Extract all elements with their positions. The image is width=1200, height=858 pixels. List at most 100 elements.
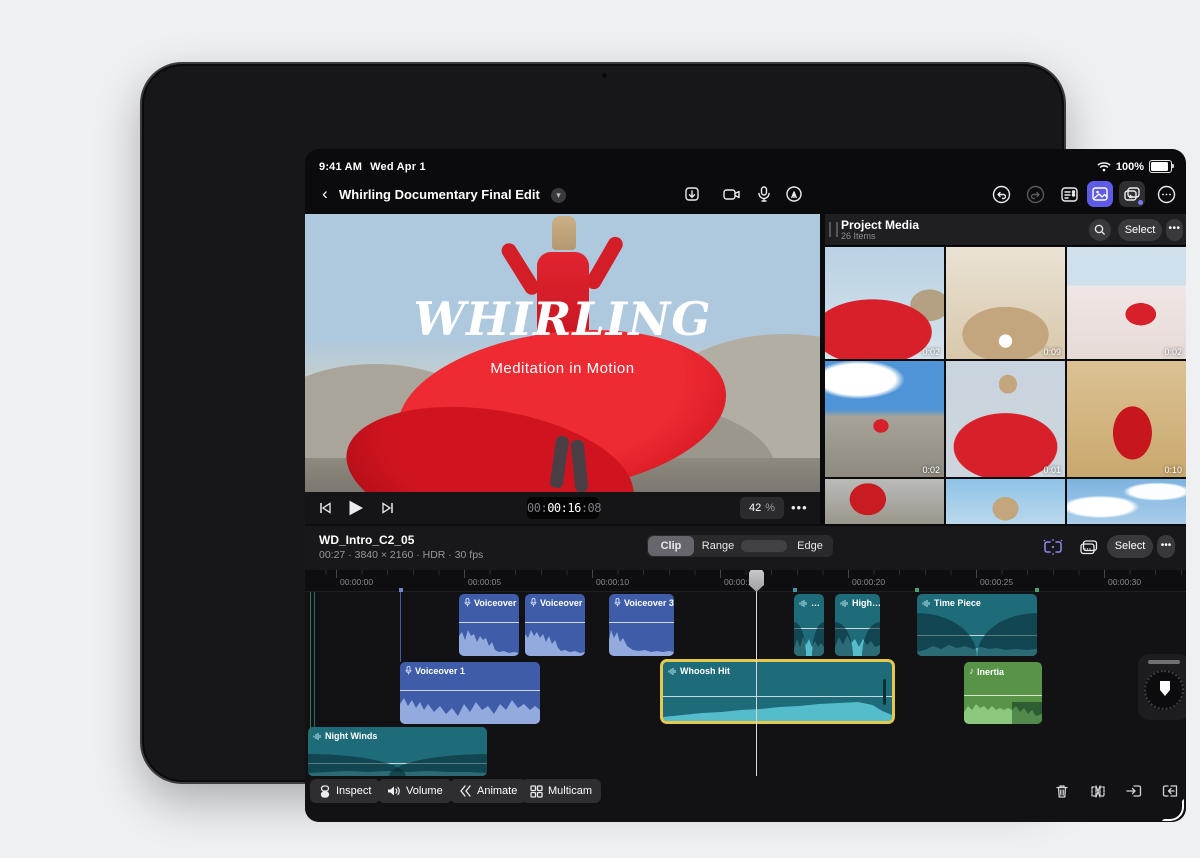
more-options-button[interactable]: [1153, 181, 1179, 207]
timeline-clip-metadata: 00:27 · 3840 × 2160 · HDR · 30 fps: [319, 549, 483, 561]
clip-stack-button[interactable]: [1077, 535, 1101, 559]
ruler-label: 00:00:30: [1108, 577, 1141, 587]
timeline-select-button[interactable]: Select: [1107, 535, 1153, 558]
ruler-edge-marker: [793, 588, 797, 592]
browser-title: Project Media: [841, 218, 919, 232]
timeline-ruler[interactable]: 00:00:00 00:00:05 00:00:10 00:00:15 00:0…: [305, 570, 1186, 592]
media-thumbnail[interactable]: 0:01: [946, 361, 1065, 477]
viewer-more-button[interactable]: •••: [791, 497, 808, 519]
effects-badge-dot: [1138, 200, 1143, 205]
jog-wheel-grab-bar[interactable]: [1148, 660, 1180, 664]
clip-duration: 0:02: [922, 347, 940, 357]
microphone-button[interactable]: [751, 181, 777, 207]
ruler-edge-marker: [399, 588, 403, 592]
dancer-hat: [552, 216, 576, 250]
timeline-clip-sfx-small[interactable]: …: [794, 594, 824, 656]
timeline-clip-night-winds[interactable]: Night Winds: [308, 727, 487, 776]
multicam-button[interactable]: Multicam: [521, 779, 601, 803]
transport-bar: 00:00:16:08 42% •••: [305, 492, 820, 524]
wifi-icon: [1097, 161, 1111, 172]
blade-split-button[interactable]: [1085, 779, 1111, 803]
timeline-clip-inertia[interactable]: ♪Inertia: [964, 662, 1042, 724]
timeline-clip-high[interactable]: High…: [835, 594, 880, 656]
redo-button[interactable]: [1022, 181, 1048, 207]
jog-wheel-panel[interactable]: [1138, 654, 1186, 720]
segment-divider: [741, 540, 787, 552]
timecode-hours: 00:: [527, 501, 547, 515]
timeline-clip-voiceover2b[interactable]: Voiceover 2: [525, 594, 585, 656]
delete-button[interactable]: [1049, 779, 1075, 803]
insert-clip-button[interactable]: [1121, 779, 1147, 803]
ruler-edge-marker: [915, 588, 919, 592]
play-button[interactable]: [343, 496, 367, 520]
status-bar: 9:41 AM Wed Apr 1 100%: [305, 149, 1186, 175]
ruler-label: 00:00:10: [596, 577, 629, 587]
timeline-clip-time-piece[interactable]: Time Piece: [917, 594, 1037, 656]
clip-label: Night Winds: [325, 731, 377, 741]
volume-label: Volume: [406, 785, 443, 797]
back-button[interactable]: ‹: [313, 182, 337, 206]
panel-drag-handle[interactable]: [829, 222, 838, 237]
timeline-more-button[interactable]: •••: [1157, 535, 1175, 558]
battery-percent: 100%: [1116, 161, 1144, 173]
skip-to-start-button[interactable]: [313, 496, 337, 520]
viewer-title-overlay: WHIRLING: [305, 292, 820, 346]
clip-label: …: [811, 598, 820, 608]
clip-label: Inertia: [977, 667, 1004, 677]
skip-to-end-button[interactable]: [375, 496, 399, 520]
status-date: Wed Apr 1: [370, 161, 426, 173]
jog-wheel-dial[interactable]: [1144, 670, 1184, 710]
ruler-edge-marker: [1035, 588, 1039, 592]
project-media-header: Project Media 26 Items Select •••: [825, 214, 1186, 246]
media-thumbnail[interactable]: 0:02: [1067, 247, 1186, 359]
timeline-clip-voiceover1[interactable]: Voiceover 1: [400, 662, 540, 724]
segment-edge[interactable]: Edge: [787, 535, 833, 557]
timeline-clip-voiceover3[interactable]: Voiceover 3: [609, 594, 674, 656]
pencil-tool-button[interactable]: [781, 181, 807, 207]
status-time: 9:41 AM: [319, 161, 362, 173]
effects-browser-button[interactable]: [1119, 181, 1145, 207]
media-thumbnail[interactable]: [1067, 479, 1186, 524]
search-button[interactable]: [1089, 219, 1111, 241]
project-title-menu-chevron-icon[interactable]: ▾: [551, 188, 566, 203]
trim-handle[interactable]: [883, 679, 886, 705]
viewer-subtitle-overlay: Meditation in Motion: [305, 360, 820, 377]
multicam-label: Multicam: [548, 785, 592, 797]
front-camera: [601, 72, 608, 79]
battery-icon: [1149, 160, 1172, 173]
browser-more-button[interactable]: •••: [1166, 219, 1183, 241]
clip-label: Voiceover 3: [624, 598, 674, 608]
volume-button[interactable]: Volume: [378, 779, 452, 803]
browser-item-count: 26 Items: [841, 231, 876, 241]
timecode-frames: :08: [581, 501, 601, 515]
browser-select-button[interactable]: Select: [1118, 219, 1162, 241]
clip-label: Voiceover 2: [540, 598, 585, 608]
camera-record-button[interactable]: [719, 181, 745, 207]
timeline-clip-whoosh-hit-selected[interactable]: Whoosh Hit: [660, 659, 895, 724]
timecode-display[interactable]: 00:00:16:08: [527, 497, 599, 519]
media-thumbnail[interactable]: 0:02: [825, 247, 944, 359]
segment-clip[interactable]: Clip: [648, 536, 694, 556]
export-button[interactable]: [679, 181, 705, 207]
inspector-toggle-button[interactable]: [1056, 181, 1082, 207]
media-browser-toggle-button[interactable]: [1087, 181, 1113, 207]
timeline-clip-voiceover2[interactable]: Voiceover 2: [459, 594, 519, 656]
video-viewer[interactable]: WHIRLING Meditation in Motion: [305, 214, 820, 492]
clip-connection-line: [400, 592, 401, 662]
viewer-zoom-control[interactable]: 42%: [740, 497, 784, 519]
playhead-line[interactable]: [756, 570, 757, 776]
media-thumbnail[interactable]: 0:02: [825, 361, 944, 477]
ruler-label: 00:00:20: [852, 577, 885, 587]
enhance-sparkle-button[interactable]: [1041, 535, 1065, 559]
media-thumbnail[interactable]: [946, 479, 1065, 524]
undo-button[interactable]: [988, 181, 1014, 207]
animate-button[interactable]: Animate: [450, 779, 526, 803]
project-title: Whirling Documentary Final Edit: [339, 187, 540, 202]
ruler-label: 00:00:25: [980, 577, 1013, 587]
inspect-button[interactable]: Inspect: [310, 779, 380, 803]
media-thumbnail[interactable]: 0:09: [946, 247, 1065, 359]
segment-range[interactable]: Range: [695, 535, 741, 557]
timecode-main: 00:16: [547, 501, 581, 515]
media-thumbnail[interactable]: [825, 479, 944, 524]
media-thumbnail[interactable]: 0:10: [1067, 361, 1186, 477]
